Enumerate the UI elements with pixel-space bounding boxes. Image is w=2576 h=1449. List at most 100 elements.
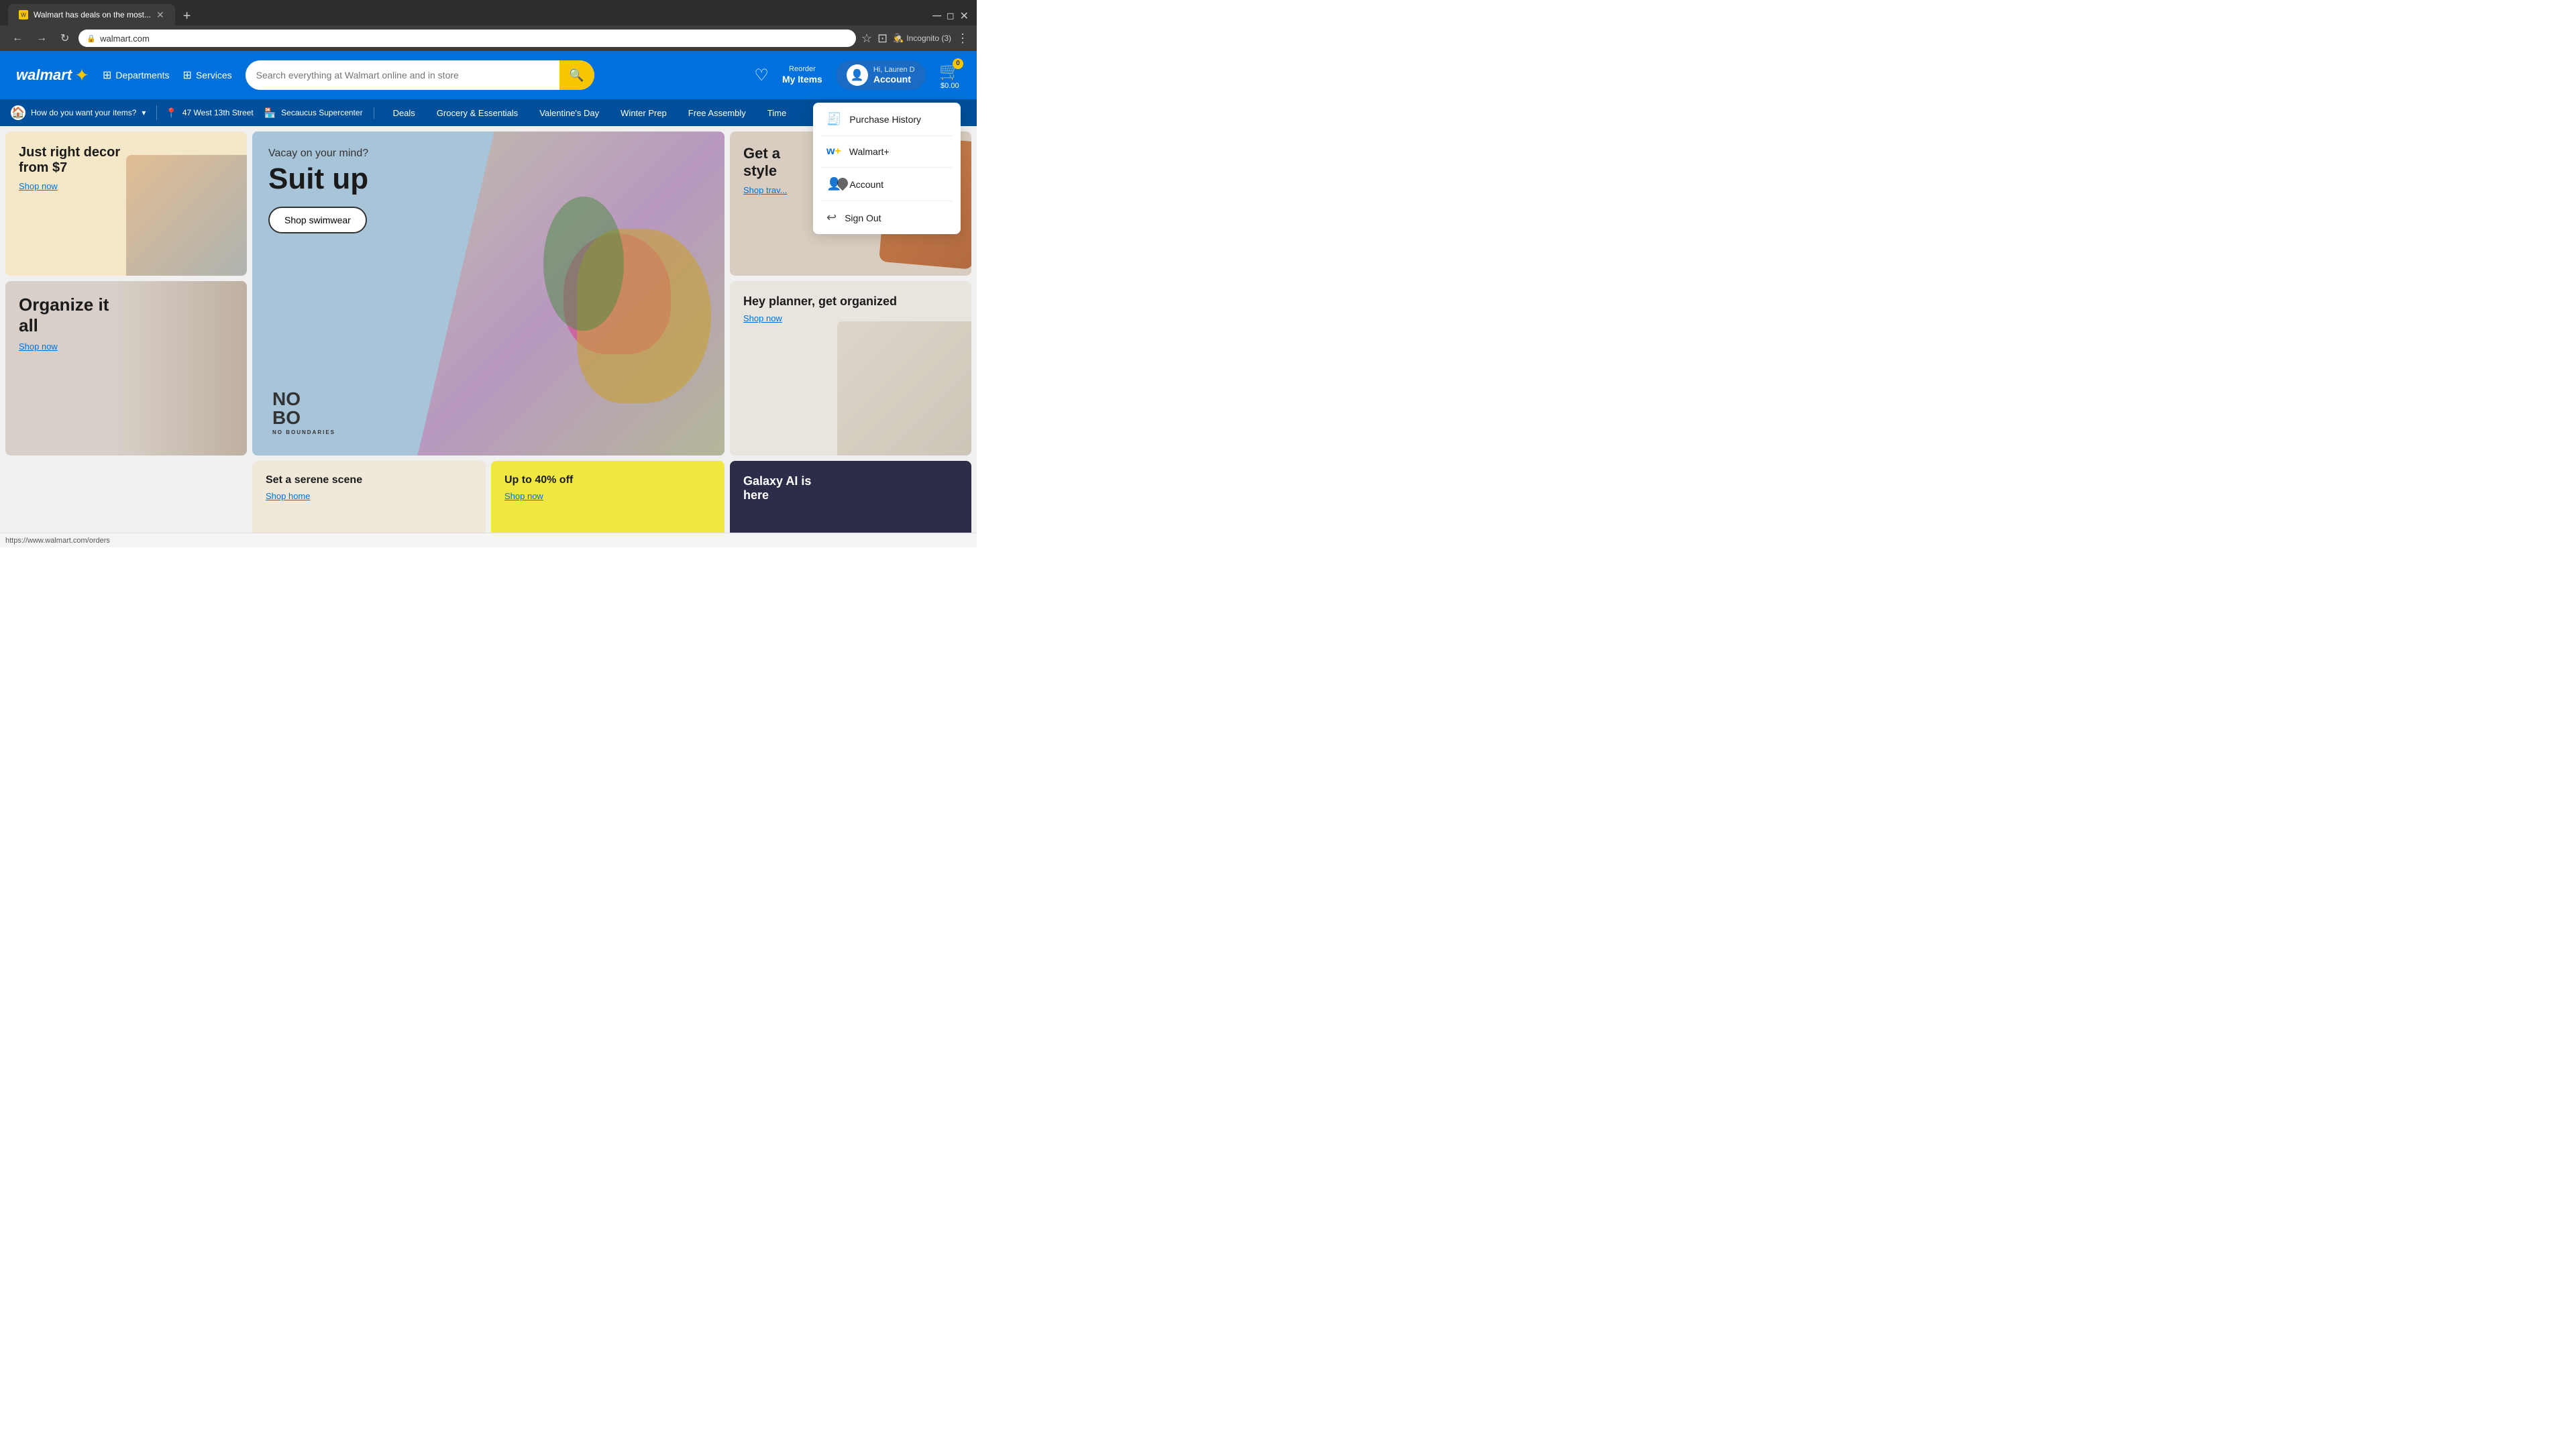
valentines-link[interactable]: Valentine's Day <box>529 99 610 126</box>
address-pin-icon: 📍 <box>165 107 176 119</box>
store-text: Secaucus Supercenter <box>281 108 362 117</box>
purchase-history-item[interactable]: 🧾 Purchase History <box>813 103 961 136</box>
hero-card: Vacay on your mind? Suit up Shop swimwea… <box>252 131 724 455</box>
account-button[interactable]: 👤 Hi, Lauren D Account <box>836 60 926 90</box>
purchase-history-label: Purchase History <box>849 114 921 125</box>
lock-icon: 🔒 <box>87 34 96 43</box>
status-url: https://www.walmart.com/orders <box>5 537 110 545</box>
services-icon: ⊞ <box>183 68 192 82</box>
incognito-label: Incognito (3) <box>906 34 951 43</box>
search-bar: 🔍 <box>246 60 594 90</box>
restore-button[interactable]: ◻ <box>947 10 955 21</box>
grocery-link[interactable]: Grocery & Essentials <box>426 99 529 126</box>
planner-card: Hey planner, get organized Shop now <box>730 281 971 455</box>
center-column: Vacay on your mind? Suit up Shop swimwea… <box>252 131 724 541</box>
url-text: walmart.com <box>100 34 150 44</box>
departments-nav[interactable]: ⊞ Departments <box>103 68 170 82</box>
cart-button[interactable]: 🛒 0 $0.00 <box>939 61 961 90</box>
purchase-history-icon: 🧾 <box>826 112 841 126</box>
favicon-icon: W <box>19 10 28 19</box>
reorder-bottom-label: My Items <box>782 74 822 85</box>
delivery-selector[interactable]: 🏠 How do you want your items? ▾ <box>11 105 157 120</box>
account-text: Hi, Lauren D Account <box>873 66 915 85</box>
account-greeting: Hi, Lauren D <box>873 66 915 74</box>
sign-out-icon: ↩ <box>826 211 837 225</box>
account-avatar: 👤 <box>847 64 868 86</box>
planner-decoration <box>837 321 971 455</box>
free-assembly-link[interactable]: Free Assembly <box>678 99 757 126</box>
tab-close-btn[interactable]: ✕ <box>156 9 164 21</box>
walmart-plus-icon: w+ <box>826 146 841 158</box>
deals-link[interactable]: Deals <box>382 99 426 126</box>
planner-title: Hey planner, get organized <box>743 294 958 309</box>
minimize-button[interactable]: ─ <box>932 9 941 23</box>
delivery-label: How do you want your items? <box>31 108 136 117</box>
cart-price: $0.00 <box>941 82 959 90</box>
hero-shop-btn[interactable]: Shop swimwear <box>268 207 367 233</box>
search-button[interactable]: 🔍 <box>559 60 594 90</box>
planner-shop-link[interactable]: Shop now <box>743 313 782 323</box>
services-nav[interactable]: ⊞ Services <box>183 68 232 82</box>
address-text: 47 West 13th Street <box>182 108 254 117</box>
account-icon: 👤 <box>826 177 841 191</box>
status-bar: https://www.walmart.com/orders <box>0 533 977 547</box>
walmart-plus-item[interactable]: w+ Walmart+ <box>813 136 961 167</box>
sign-out-item[interactable]: ↩ Sign Out <box>813 201 961 234</box>
serene-card: Set a serene scene Shop home <box>252 461 486 541</box>
brand-logo: NOBO NO BOUNDARIES <box>272 390 335 435</box>
walmart-logo-text: walmart <box>16 66 72 84</box>
sub-nav-links: Deals Grocery & Essentials Valentine's D… <box>382 99 798 126</box>
left-column: Just right decor from $7 Shop now Organi… <box>5 131 247 541</box>
split-view-button[interactable]: ⊡ <box>877 32 888 46</box>
incognito-button[interactable]: 🕵 Incognito (3) <box>893 33 951 44</box>
sale-card: Up to 40% off Shop now <box>491 461 724 541</box>
galaxy-card: Galaxy AI is here <box>730 461 971 541</box>
decor-decoration <box>126 155 247 276</box>
reorder-button[interactable]: Reorder My Items <box>782 65 822 85</box>
sign-out-label: Sign Out <box>845 213 881 223</box>
address-display[interactable]: 📍 47 West 13th Street 🏪 Secaucus Superce… <box>165 107 374 119</box>
incognito-icon: 🕵 <box>893 33 904 44</box>
account-dropdown: 🧾 Purchase History w+ Walmart+ 👤 Account… <box>813 103 961 234</box>
organize-card: Organize it all Shop now <box>5 281 247 455</box>
serene-shop-link[interactable]: Shop home <box>266 491 311 501</box>
address-bar[interactable]: 🔒 walmart.com <box>78 30 855 47</box>
new-tab-button[interactable]: + <box>178 7 197 25</box>
back-button[interactable]: ← <box>8 31 27 46</box>
account-item[interactable]: 👤 Account <box>813 168 961 201</box>
shelf-decoration <box>114 281 247 455</box>
account-dropdown-label: Account <box>849 179 883 190</box>
sale-shop-link[interactable]: Shop now <box>504 491 543 501</box>
delivery-icon: 🏠 <box>11 105 25 120</box>
swimsuit-green <box>543 197 624 331</box>
reload-button[interactable]: ↻ <box>56 30 73 46</box>
time-link[interactable]: Time <box>757 99 797 126</box>
serene-title: Set a serene scene <box>266 474 472 486</box>
close-button[interactable]: ✕ <box>960 9 969 23</box>
spark-icon: ✦ <box>74 65 89 86</box>
services-label: Services <box>196 70 232 80</box>
galaxy-title-1: Galaxy AI is <box>743 474 958 488</box>
winter-prep-link[interactable]: Winter Prep <box>610 99 678 126</box>
address-bar-row: ← → ↻ 🔒 walmart.com ☆ ⊡ 🕵 Incognito (3) … <box>0 25 977 51</box>
walmart-plus-label: Walmart+ <box>849 146 890 157</box>
walmart-header: walmart ✦ ⊞ Departments ⊞ Services 🔍 ♡ R… <box>0 51 977 99</box>
store-icon: 🏪 <box>264 107 276 119</box>
browser-tab[interactable]: W Walmart has deals on the most... ✕ <box>8 4 175 25</box>
walmart-logo[interactable]: walmart ✦ <box>16 65 89 86</box>
cart-badge: 0 <box>953 58 963 69</box>
departments-icon: ⊞ <box>103 68 111 82</box>
tab-title: Walmart has deals on the most... <box>34 10 151 19</box>
bottom-center-row: Set a serene scene Shop home Up to 40% o… <box>252 461 724 541</box>
sale-title: Up to 40% off <box>504 474 711 486</box>
more-button[interactable]: ⋮ <box>957 32 969 46</box>
departments-label: Departments <box>115 70 169 80</box>
search-input[interactable] <box>246 70 559 80</box>
delivery-chevron-icon: ▾ <box>142 108 146 117</box>
decor-card: Just right decor from $7 Shop now <box>5 131 247 276</box>
forward-button[interactable]: → <box>32 31 51 46</box>
account-label: Account <box>873 74 915 85</box>
bookmark-button[interactable]: ☆ <box>861 32 872 46</box>
wishlist-button[interactable]: ♡ <box>754 66 769 85</box>
reorder-top-label: Reorder <box>789 65 816 74</box>
